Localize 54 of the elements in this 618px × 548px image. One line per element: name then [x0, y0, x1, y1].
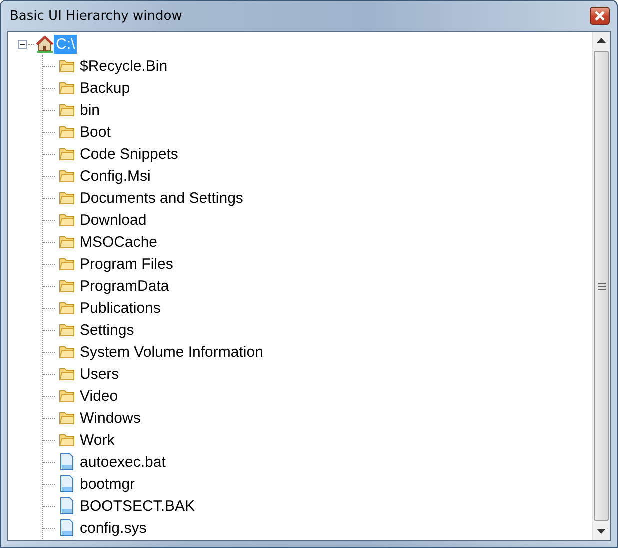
tree-item[interactable]: Boot [78, 122, 113, 142]
tree-item[interactable]: Settings [78, 320, 136, 340]
tree-item[interactable]: bin [78, 100, 102, 120]
folder-icon [59, 389, 75, 403]
tree-item[interactable]: config.sys [78, 518, 149, 538]
document-icon [59, 453, 75, 471]
tree-item[interactable]: Code Snippets [78, 144, 180, 164]
tree-item[interactable]: ProgramData [78, 276, 172, 296]
close-button[interactable] [590, 7, 610, 25]
tree-item[interactable]: Users [78, 364, 122, 384]
tree-item[interactable]: BOOTSECT.BAK [78, 496, 198, 516]
collapse-toggle[interactable] [18, 40, 27, 48]
folder-icon [59, 257, 75, 271]
folder-icon [59, 147, 75, 161]
tree-item[interactable]: Work [78, 430, 117, 450]
folder-icon [59, 169, 75, 183]
grip-icon [598, 282, 606, 290]
tree-item[interactable]: Video [78, 386, 120, 406]
close-icon [595, 11, 605, 21]
tree-item[interactable]: Download [78, 210, 149, 230]
document-icon [59, 519, 75, 537]
folder-icon [59, 81, 75, 95]
folder-icon [59, 59, 75, 73]
tree-item[interactable]: Program Files [78, 254, 176, 274]
scroll-thumb[interactable] [594, 51, 609, 521]
tree-item[interactable]: Publications [78, 298, 163, 318]
up-arrow-icon [597, 38, 606, 43]
folder-icon [59, 191, 75, 205]
folder-icon [59, 367, 75, 381]
down-arrow-icon [597, 529, 606, 534]
tree-item[interactable]: bootmgr [78, 474, 138, 494]
tree-item[interactable]: System Volume Information [78, 342, 266, 362]
folder-icon [59, 301, 75, 315]
folder-icon [59, 213, 75, 227]
window-title: Basic UI Hierarchy window [9, 8, 182, 24]
tree-item[interactable]: Windows [78, 408, 143, 428]
folder-icon [59, 411, 75, 425]
tree-item[interactable]: Config.Msi [78, 166, 153, 186]
folder-icon [59, 345, 75, 359]
tree-item[interactable]: MSOCache [78, 232, 160, 252]
folder-icon [59, 235, 75, 249]
house-icon [36, 35, 54, 53]
folder-icon [59, 125, 75, 139]
folder-icon [59, 279, 75, 293]
tree-item[interactable]: $Recycle.Bin [78, 56, 170, 76]
tree-item[interactable]: Backup [78, 78, 132, 98]
scrollbar[interactable] [592, 32, 610, 540]
tree-item[interactable]: Documents and Settings [78, 188, 246, 208]
folder-icon [59, 103, 75, 117]
document-icon [59, 475, 75, 493]
tree-item[interactable]: autoexec.bat [78, 452, 168, 472]
document-icon [59, 497, 75, 515]
folder-icon [59, 323, 75, 337]
folder-icon [59, 433, 75, 447]
